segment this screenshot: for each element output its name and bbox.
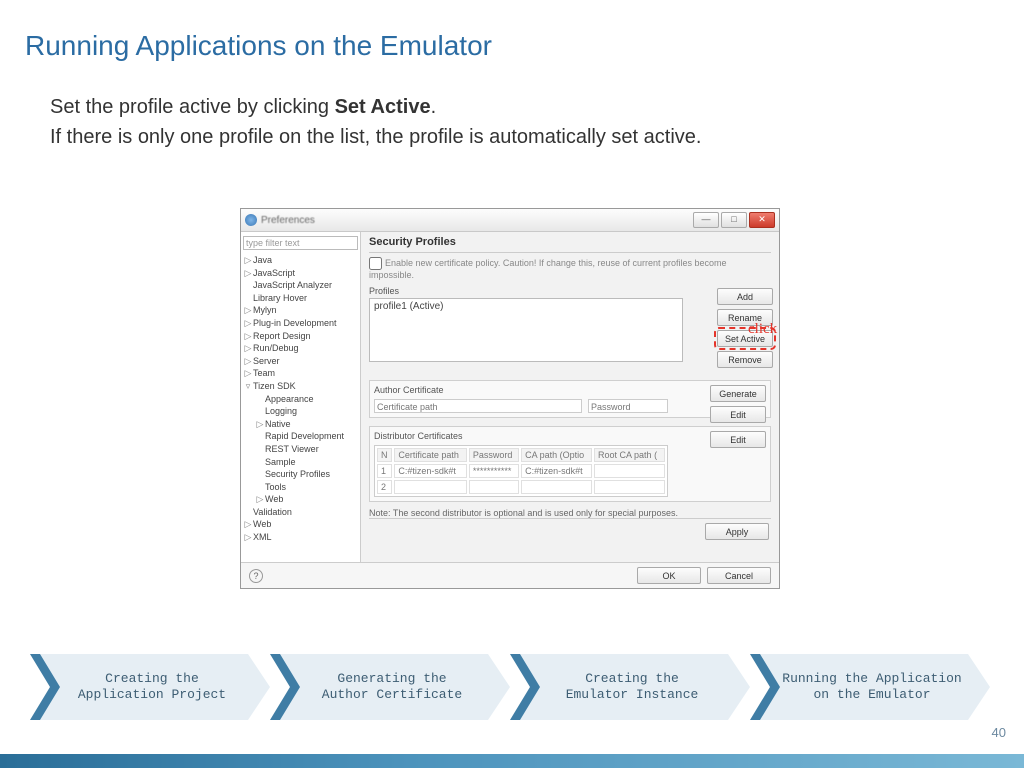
policy-checkbox[interactable]: [369, 257, 382, 270]
page-number: 40: [992, 725, 1006, 740]
dialog-titlebar[interactable]: Preferences — □ ✕: [241, 209, 779, 232]
tree-node[interactable]: Appearance: [243, 393, 358, 406]
tree-node[interactable]: ▷Run/Debug: [243, 342, 358, 355]
preferences-main: Security Profiles Enable new certificate…: [361, 232, 779, 562]
footer-bar: [0, 754, 1024, 768]
tree-node[interactable]: ▷Server: [243, 355, 358, 368]
preferences-tree-panel: type filter text ▷Java▷JavaScriptJavaScr…: [241, 232, 361, 562]
profiles-list[interactable]: profile1 (Active): [369, 298, 683, 362]
tree-node[interactable]: Security Profiles: [243, 468, 358, 481]
apply-button[interactable]: Apply: [705, 523, 769, 540]
table-row[interactable]: 1C:#tizen-sdk#t***********C:#tizen-sdk#t: [377, 464, 665, 478]
policy-checkbox-row[interactable]: Enable new certificate policy. Caution! …: [369, 257, 771, 280]
dialog-title: Preferences: [261, 215, 693, 226]
author-group-label: Author Certificate: [374, 385, 766, 395]
app-icon: [245, 214, 257, 226]
table-row[interactable]: 2: [377, 480, 665, 494]
tree-node[interactable]: ▷Team: [243, 367, 358, 380]
dist-col-root: Root CA path (: [594, 448, 665, 462]
process-step: Generating theAuthor Certificate: [270, 654, 510, 720]
tree-node[interactable]: Validation: [243, 506, 358, 519]
tree-node[interactable]: ▷Web: [243, 493, 358, 506]
body-line1-bold: Set Active: [335, 96, 431, 118]
tree-node[interactable]: ▷Java: [243, 254, 358, 267]
dist-col-ca: CA path (Optio: [521, 448, 592, 462]
minimize-button[interactable]: —: [693, 212, 719, 228]
body-line1-pre: Set the profile active by clicking: [50, 96, 335, 118]
preferences-tree[interactable]: ▷Java▷JavaScriptJavaScript AnalyzerLibra…: [243, 254, 358, 544]
author-cert-path-field[interactable]: Certificate path: [374, 399, 582, 413]
tree-node[interactable]: ▷Web: [243, 518, 358, 531]
maximize-button[interactable]: □: [721, 212, 747, 228]
process-step: Creating theEmulator Instance: [510, 654, 750, 720]
tree-node[interactable]: ▷XML: [243, 531, 358, 544]
dist-group-label: Distributor Certificates: [374, 431, 766, 441]
tree-node[interactable]: Library Hover: [243, 292, 358, 305]
tree-node[interactable]: REST Viewer: [243, 443, 358, 456]
tree-node[interactable]: Logging: [243, 405, 358, 418]
help-icon[interactable]: ?: [249, 569, 263, 583]
slide-title: Running Applications on the Emulator: [0, 0, 1024, 72]
tree-node[interactable]: ▷Report Design: [243, 330, 358, 343]
author-certificate-group: Author Certificate Certificate path Pass…: [369, 380, 771, 418]
tree-node[interactable]: Sample: [243, 456, 358, 469]
profile-item[interactable]: profile1 (Active): [374, 301, 443, 312]
profiles-label: Profiles: [369, 286, 771, 296]
preferences-dialog: Preferences — □ ✕ type filter text ▷Java…: [240, 208, 780, 589]
process-step: Creating theApplication Project: [30, 654, 270, 720]
tree-node[interactable]: JavaScript Analyzer: [243, 279, 358, 292]
distributor-note: Note: The second distributor is optional…: [369, 508, 771, 518]
dist-col-n: N: [377, 448, 392, 462]
tree-node[interactable]: Rapid Development: [243, 430, 358, 443]
tree-node[interactable]: Tools: [243, 481, 358, 494]
close-button[interactable]: ✕: [749, 212, 775, 228]
tree-node[interactable]: ▷Native: [243, 418, 358, 431]
cancel-button[interactable]: Cancel: [707, 567, 771, 584]
dist-col-pwd: Password: [469, 448, 519, 462]
process-step: Running the Applicationon the Emulator: [750, 654, 990, 720]
body-line2: If there is only one profile on the list…: [50, 126, 701, 148]
distributor-table[interactable]: N Certificate path Password CA path (Opt…: [374, 445, 668, 497]
author-password-field[interactable]: Password: [588, 399, 668, 413]
remove-button[interactable]: Remove: [717, 351, 773, 368]
tree-node[interactable]: ▷Mylyn: [243, 304, 358, 317]
tree-node[interactable]: ▷JavaScript: [243, 267, 358, 280]
edit-author-button[interactable]: Edit: [710, 406, 766, 423]
click-annotation: click: [748, 321, 777, 338]
body-line1-post: .: [431, 96, 437, 118]
distributor-certificates-group: Distributor Certificates N Certificate p…: [369, 426, 771, 502]
body-text: Set the profile active by clicking Set A…: [0, 72, 1024, 152]
section-heading: Security Profiles: [369, 236, 771, 248]
tree-node[interactable]: ▷Plug-in Development: [243, 317, 358, 330]
edit-distributor-button[interactable]: Edit: [710, 431, 766, 448]
process-steps: Creating theApplication ProjectGeneratin…: [30, 654, 990, 720]
filter-input[interactable]: type filter text: [243, 236, 358, 250]
tree-node[interactable]: ▿Tizen SDK: [243, 380, 358, 393]
generate-button[interactable]: Generate: [710, 385, 766, 402]
policy-label: Enable new certificate policy. Caution! …: [369, 258, 727, 280]
dist-col-path: Certificate path: [394, 448, 467, 462]
add-button[interactable]: Add: [717, 288, 773, 305]
ok-button[interactable]: OK: [637, 567, 701, 584]
